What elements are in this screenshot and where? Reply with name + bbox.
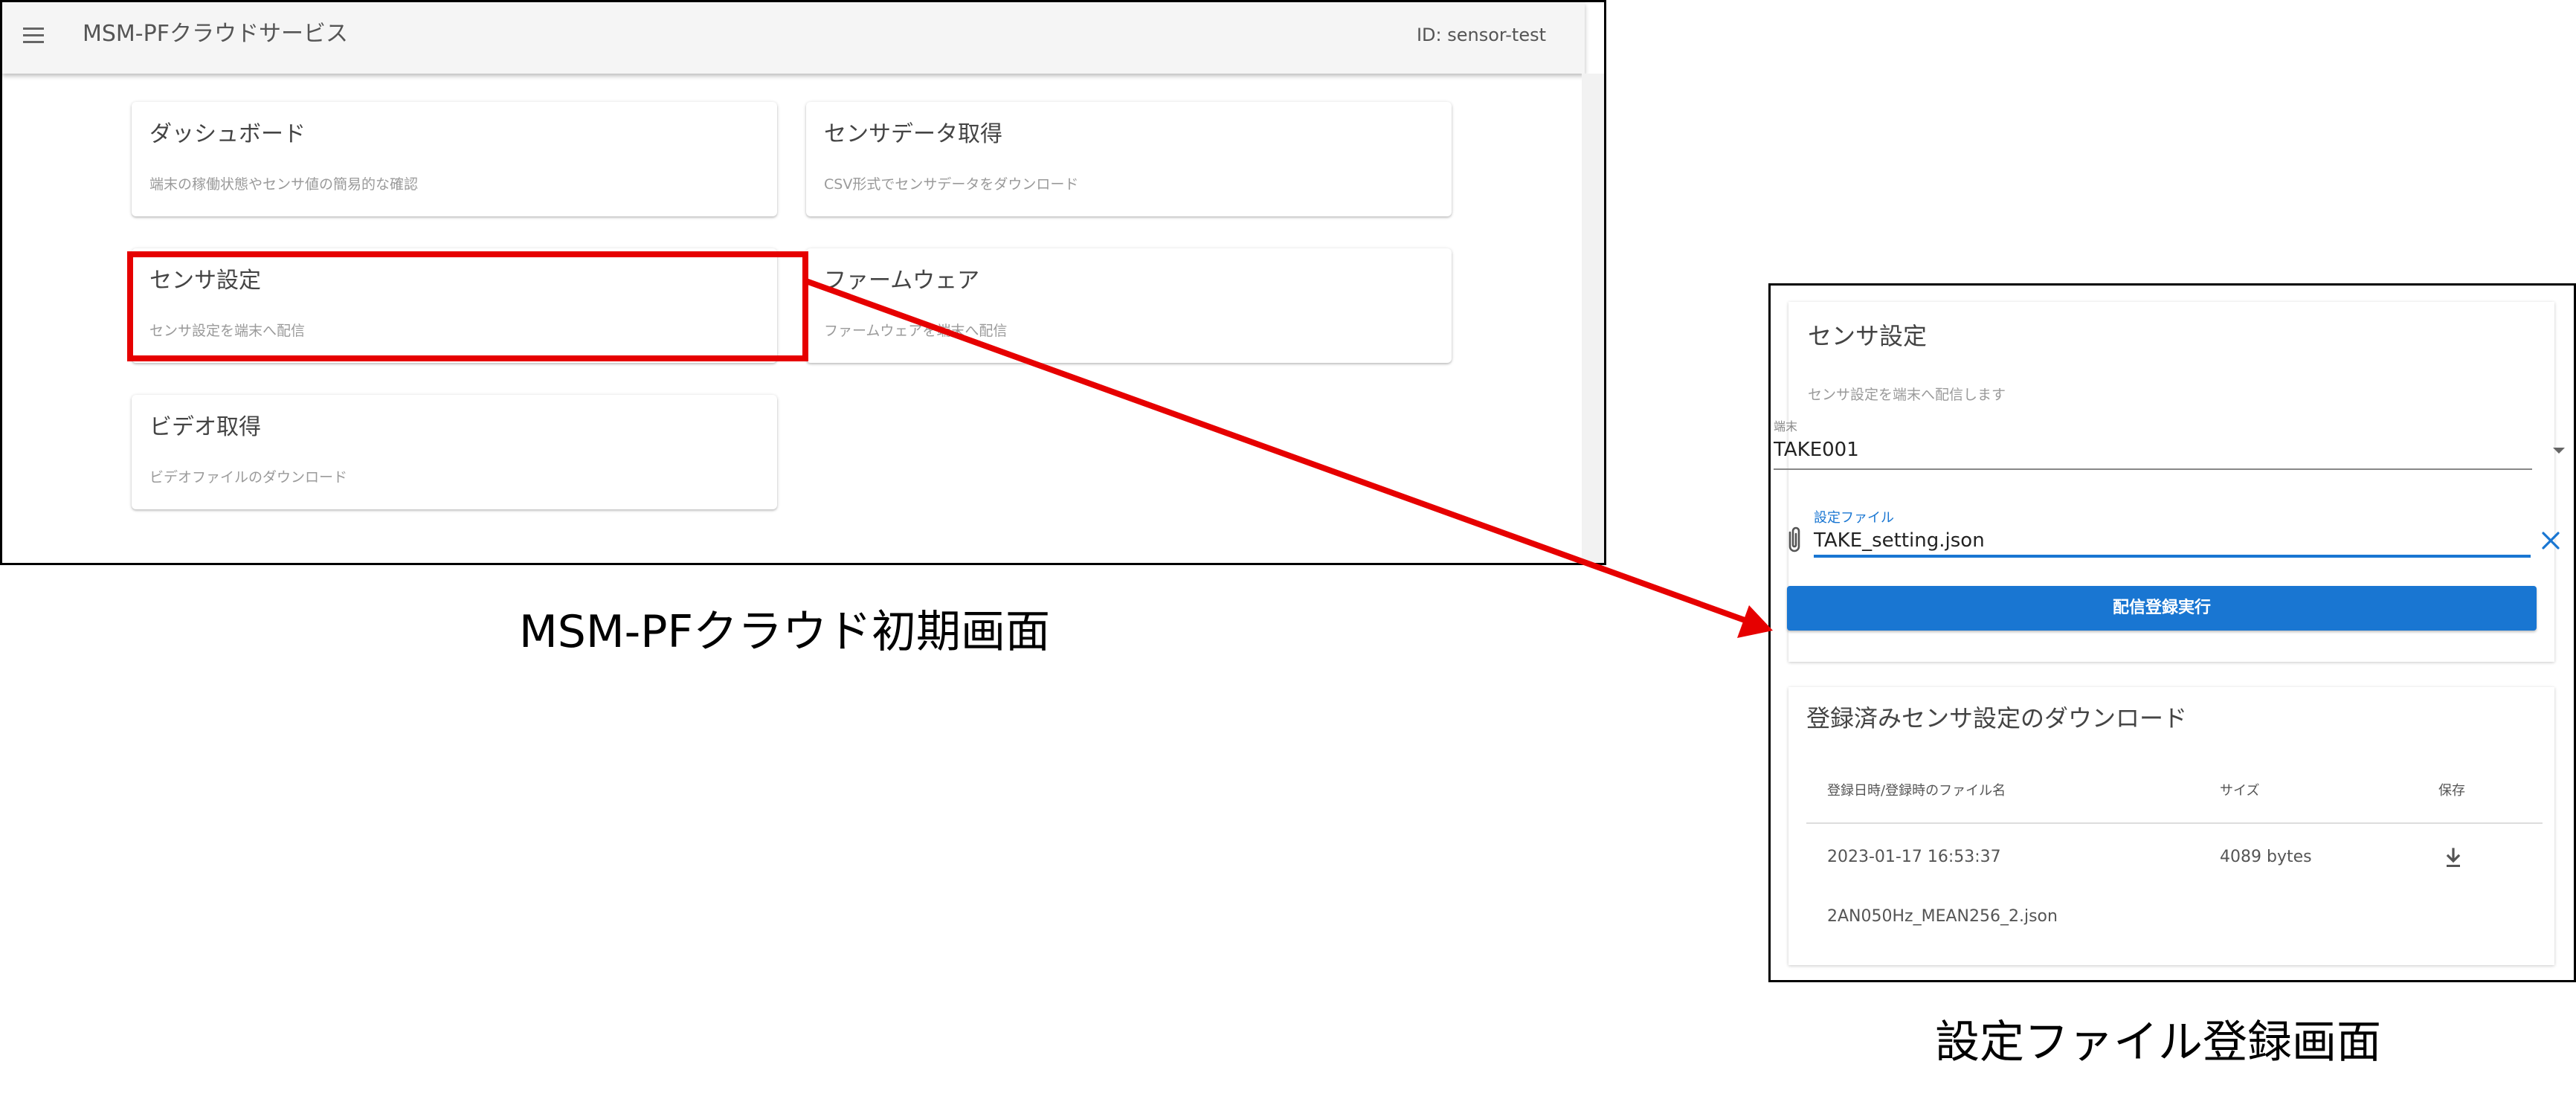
card-title: センサデータ取得: [824, 121, 1002, 147]
card-title: ファームウェア: [824, 268, 980, 294]
submit-button[interactable]: 配信登録実行: [1787, 586, 2537, 631]
settings-title: センサ設定: [1808, 322, 1928, 350]
settings-description: センサ設定を端末へ配信します: [1808, 387, 2006, 403]
card-description: ビデオファイルのダウンロード: [149, 469, 348, 486]
card-title: ビデオ取得: [149, 414, 261, 440]
paperclip-icon[interactable]: [1784, 525, 1805, 555]
user-id: ID: sensor-test: [1416, 25, 1546, 45]
card-sensor-data[interactable]: センサデータ取得 CSV形式でセンサデータをダウンロード: [806, 102, 1452, 216]
app-bar: MSM-PFクラウドサービス ID: sensor-test: [2, 2, 1585, 74]
scrollbar[interactable]: [1582, 74, 1604, 563]
download-icon[interactable]: [2442, 846, 2464, 870]
card-title: ダッシュボード: [149, 121, 306, 147]
device-select[interactable]: TAKE001: [1774, 437, 1859, 463]
card-dashboard[interactable]: ダッシュボード 端末の稼働状態やセンサ値の簡易的な確認: [132, 102, 777, 216]
column-header-save: 保存: [2438, 783, 2465, 799]
settings-screen-caption: 設定ファイル登録画面: [1935, 1016, 2381, 1069]
device-label: 端末: [1774, 419, 1798, 434]
card-video[interactable]: ビデオ取得 ビデオファイルのダウンロード: [132, 395, 777, 509]
highlight-box: [127, 251, 808, 361]
download-title: 登録済みセンサ設定のダウンロード: [1806, 704, 2188, 732]
row-size: 4089 bytes: [2220, 848, 2312, 866]
file-underline: [1814, 555, 2531, 558]
device-underline: [1774, 468, 2532, 470]
card-description: CSV形式でセンサデータをダウンロード: [824, 176, 1079, 193]
card-description: ファームウェアを端末へ配信: [824, 323, 1008, 339]
main-screen-screenshot: MSM-PFクラウドサービス ID: sensor-test ダッシュボード 端…: [0, 0, 1606, 565]
row-datetime: 2023-01-17 16:53:37: [1827, 848, 2001, 866]
table-divider: [1806, 822, 2543, 824]
column-header-datetime: 登録日時/登録時のファイル名: [1827, 783, 2006, 799]
settings-screen-screenshot: センサ設定 センサ設定を端末へ配信します 端末 TAKE001 設定ファイル T…: [1768, 283, 2576, 982]
dropdown-icon[interactable]: [2553, 448, 2565, 454]
app-title: MSM-PFクラウドサービス: [83, 21, 348, 47]
card-firmware[interactable]: ファームウェア ファームウェアを端末へ配信: [806, 248, 1452, 363]
card-description: 端末の稼働状態やセンサ値の簡易的な確認: [149, 176, 419, 193]
clear-icon[interactable]: [2540, 529, 2562, 552]
file-label: 設定ファイル: [1814, 510, 1894, 526]
row-filename: 2AN050Hz_MEAN256_2.json: [1827, 907, 2058, 926]
main-screen-caption: MSM-PFクラウド初期画面: [519, 606, 1050, 658]
column-header-size: サイズ: [2220, 783, 2260, 799]
file-input[interactable]: TAKE_setting.json: [1814, 528, 1985, 553]
menu-icon[interactable]: [23, 28, 44, 44]
download-card: 登録済みセンサ設定のダウンロード 登録日時/登録時のファイル名 サイズ 保存 2…: [1788, 687, 2554, 965]
